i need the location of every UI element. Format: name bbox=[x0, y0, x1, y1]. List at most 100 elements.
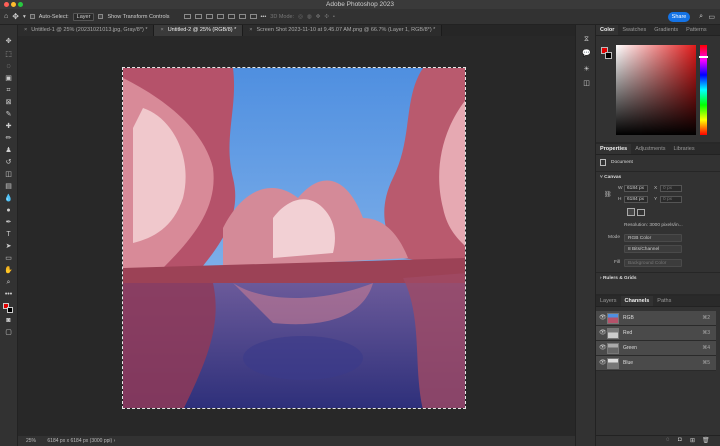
eraser-tool-icon[interactable]: ◫ bbox=[4, 171, 13, 179]
frame-tool-icon[interactable]: ⊠ bbox=[4, 99, 13, 107]
edit-toolbar-icon[interactable]: ••• bbox=[4, 291, 13, 299]
align-top-icon[interactable] bbox=[216, 14, 224, 19]
tab-properties[interactable]: Properties bbox=[596, 144, 632, 154]
document-size[interactable]: 6184 px x 6184 px (3000 ppi) bbox=[47, 438, 112, 444]
tab-screen-shot[interactable]: × Screen Shot 2023-11-10 at 9.45.07 AM.pn… bbox=[243, 25, 443, 36]
tool-preset-chevron-icon[interactable]: ▾ bbox=[23, 14, 26, 20]
3d-orbit-icon[interactable]: ◎ bbox=[298, 14, 303, 20]
status-chevron-icon[interactable]: › bbox=[114, 438, 116, 444]
tab-untitled-2[interactable]: × Untitled-2 @ 25% (RGB/8) * bbox=[154, 25, 244, 36]
tab-libraries[interactable]: Libraries bbox=[669, 144, 698, 154]
clone-stamp-tool-icon[interactable]: ♟ bbox=[4, 147, 13, 155]
history-brush-tool-icon[interactable]: ↺ bbox=[4, 159, 13, 167]
zoom-level[interactable]: 25% bbox=[26, 438, 36, 444]
more-options-icon[interactable]: ••• bbox=[261, 14, 267, 20]
channel-row-green[interactable]: 👁 Green ⌘4 bbox=[596, 341, 716, 356]
save-selection-icon[interactable]: ◘ bbox=[678, 437, 682, 443]
zoom-tool-icon[interactable]: ⌕ bbox=[4, 279, 13, 287]
quick-mask-icon[interactable]: ◙ bbox=[4, 317, 13, 325]
channel-row-red[interactable]: 👁 Red ⌘3 bbox=[596, 326, 716, 341]
type-tool-icon[interactable]: T bbox=[4, 231, 13, 239]
comments-icon[interactable]: 💬 bbox=[582, 49, 591, 58]
hue-slider[interactable] bbox=[700, 45, 707, 135]
minimize-window-button[interactable] bbox=[11, 2, 16, 7]
hue-slider-handle[interactable] bbox=[699, 56, 708, 58]
close-tab-icon[interactable]: × bbox=[160, 27, 163, 33]
bit-depth-dropdown[interactable]: 8 Bits/Channel bbox=[624, 245, 682, 253]
height-field[interactable]: 6184 px bbox=[624, 196, 648, 203]
tab-paths[interactable]: Paths bbox=[653, 296, 675, 306]
color-picker-field[interactable] bbox=[616, 45, 696, 135]
visibility-eye-icon[interactable]: 👁 bbox=[599, 356, 607, 371]
align-left-icon[interactable] bbox=[183, 14, 191, 19]
visibility-eye-icon[interactable]: 👁 bbox=[599, 311, 607, 326]
home-icon[interactable]: ⌂ bbox=[4, 13, 8, 20]
close-tab-icon[interactable]: × bbox=[249, 27, 252, 33]
channel-row-rgb[interactable]: 👁 RGB ⌘2 bbox=[596, 311, 716, 326]
rectangle-tool-icon[interactable]: ▭ bbox=[4, 255, 13, 263]
tab-swatches[interactable]: Swatches bbox=[618, 25, 650, 35]
tab-patterns[interactable]: Patterns bbox=[682, 25, 710, 35]
screen-mode-icon[interactable]: ▢ bbox=[4, 329, 13, 337]
visibility-eye-icon[interactable]: 👁 bbox=[599, 326, 607, 341]
brush-tool-icon[interactable]: ✏ bbox=[4, 135, 13, 143]
3d-pan-icon[interactable]: ✥ bbox=[316, 14, 321, 20]
move-tool-icon[interactable]: ✥ bbox=[12, 12, 19, 21]
fill-dropdown[interactable]: Background Color bbox=[624, 259, 682, 267]
learn-icon[interactable]: ◫ bbox=[582, 79, 591, 88]
delete-channel-icon[interactable]: 🗑 bbox=[702, 437, 710, 444]
width-field[interactable]: 6184 px bbox=[624, 185, 648, 192]
background-color-swatch[interactable] bbox=[7, 307, 13, 313]
tab-adjustments[interactable]: Adjustments bbox=[631, 144, 669, 154]
channel-row-blue[interactable]: 👁 Blue ⌘5 bbox=[596, 356, 716, 371]
distribute-icon[interactable] bbox=[249, 14, 257, 19]
tab-channels[interactable]: Channels bbox=[620, 296, 654, 306]
pen-tool-icon[interactable]: ✒ bbox=[4, 219, 13, 227]
search-icon[interactable]: ⌕ bbox=[699, 13, 703, 21]
canvas-section-header[interactable]: ˅ Canvas bbox=[600, 175, 621, 180]
link-icon[interactable]: ⛓ bbox=[604, 191, 612, 198]
blur-tool-icon[interactable]: 💧 bbox=[4, 195, 13, 203]
tab-layers[interactable]: Layers bbox=[596, 296, 621, 306]
healing-brush-tool-icon[interactable]: ✚ bbox=[4, 123, 13, 131]
align-middle-icon[interactable] bbox=[227, 14, 235, 19]
object-selection-tool-icon[interactable]: ▣ bbox=[4, 75, 13, 83]
new-channel-icon[interactable]: ⊞ bbox=[690, 437, 695, 444]
dodge-tool-icon[interactable]: ● bbox=[4, 207, 13, 215]
visibility-eye-icon[interactable]: 👁 bbox=[599, 341, 607, 356]
auto-select-checkbox[interactable] bbox=[29, 14, 35, 19]
marquee-tool-icon[interactable]: ⬚ bbox=[4, 51, 13, 59]
3d-scale-icon[interactable]: ▪ bbox=[333, 14, 335, 20]
history-icon[interactable]: ⧖ bbox=[582, 35, 591, 44]
transform-controls-checkbox[interactable] bbox=[98, 14, 104, 19]
hand-tool-icon[interactable]: ✋ bbox=[4, 267, 13, 275]
crop-tool-icon[interactable]: ⌗ bbox=[4, 87, 13, 95]
align-bottom-icon[interactable] bbox=[238, 14, 246, 19]
eyedropper-tool-icon[interactable]: ✎ bbox=[4, 111, 13, 119]
workspace-icon[interactable]: ▭ bbox=[708, 13, 715, 21]
x-field[interactable]: 0 px bbox=[660, 185, 682, 192]
rulers-grids-section-header[interactable]: › Rulers & Grids bbox=[600, 276, 637, 281]
load-selection-icon[interactable]: ◌ bbox=[666, 437, 670, 443]
close-tab-icon[interactable]: × bbox=[24, 27, 27, 33]
landscape-orientation-icon[interactable] bbox=[637, 209, 645, 216]
close-window-button[interactable] bbox=[4, 2, 9, 7]
align-center-icon[interactable] bbox=[194, 14, 202, 19]
maximize-window-button[interactable] bbox=[18, 2, 23, 7]
move-tool-icon[interactable]: ✥ bbox=[4, 38, 13, 46]
portrait-orientation-icon[interactable] bbox=[627, 208, 635, 216]
adjustments-icon[interactable]: ☀ bbox=[582, 65, 591, 74]
tab-untitled-1[interactable]: × Untitled-1 @ 25% (20231021013.jpg, Gray… bbox=[18, 25, 155, 36]
document-image[interactable] bbox=[122, 67, 466, 409]
align-right-icon[interactable] bbox=[205, 14, 213, 19]
path-selection-tool-icon[interactable]: ➤ bbox=[4, 243, 13, 251]
3d-slide-icon[interactable]: ✣ bbox=[324, 14, 329, 20]
share-button[interactable]: Share bbox=[668, 12, 690, 22]
3d-roll-icon[interactable]: ◍ bbox=[307, 14, 312, 20]
y-field[interactable]: 0 px bbox=[660, 196, 682, 203]
mode-dropdown[interactable]: RGB Color bbox=[624, 234, 682, 242]
tab-gradients[interactable]: Gradients bbox=[650, 25, 682, 35]
tab-color[interactable]: Color bbox=[596, 25, 619, 35]
gradient-tool-icon[interactable]: ▤ bbox=[4, 183, 13, 191]
lasso-tool-icon[interactable]: ◌ bbox=[4, 63, 13, 71]
